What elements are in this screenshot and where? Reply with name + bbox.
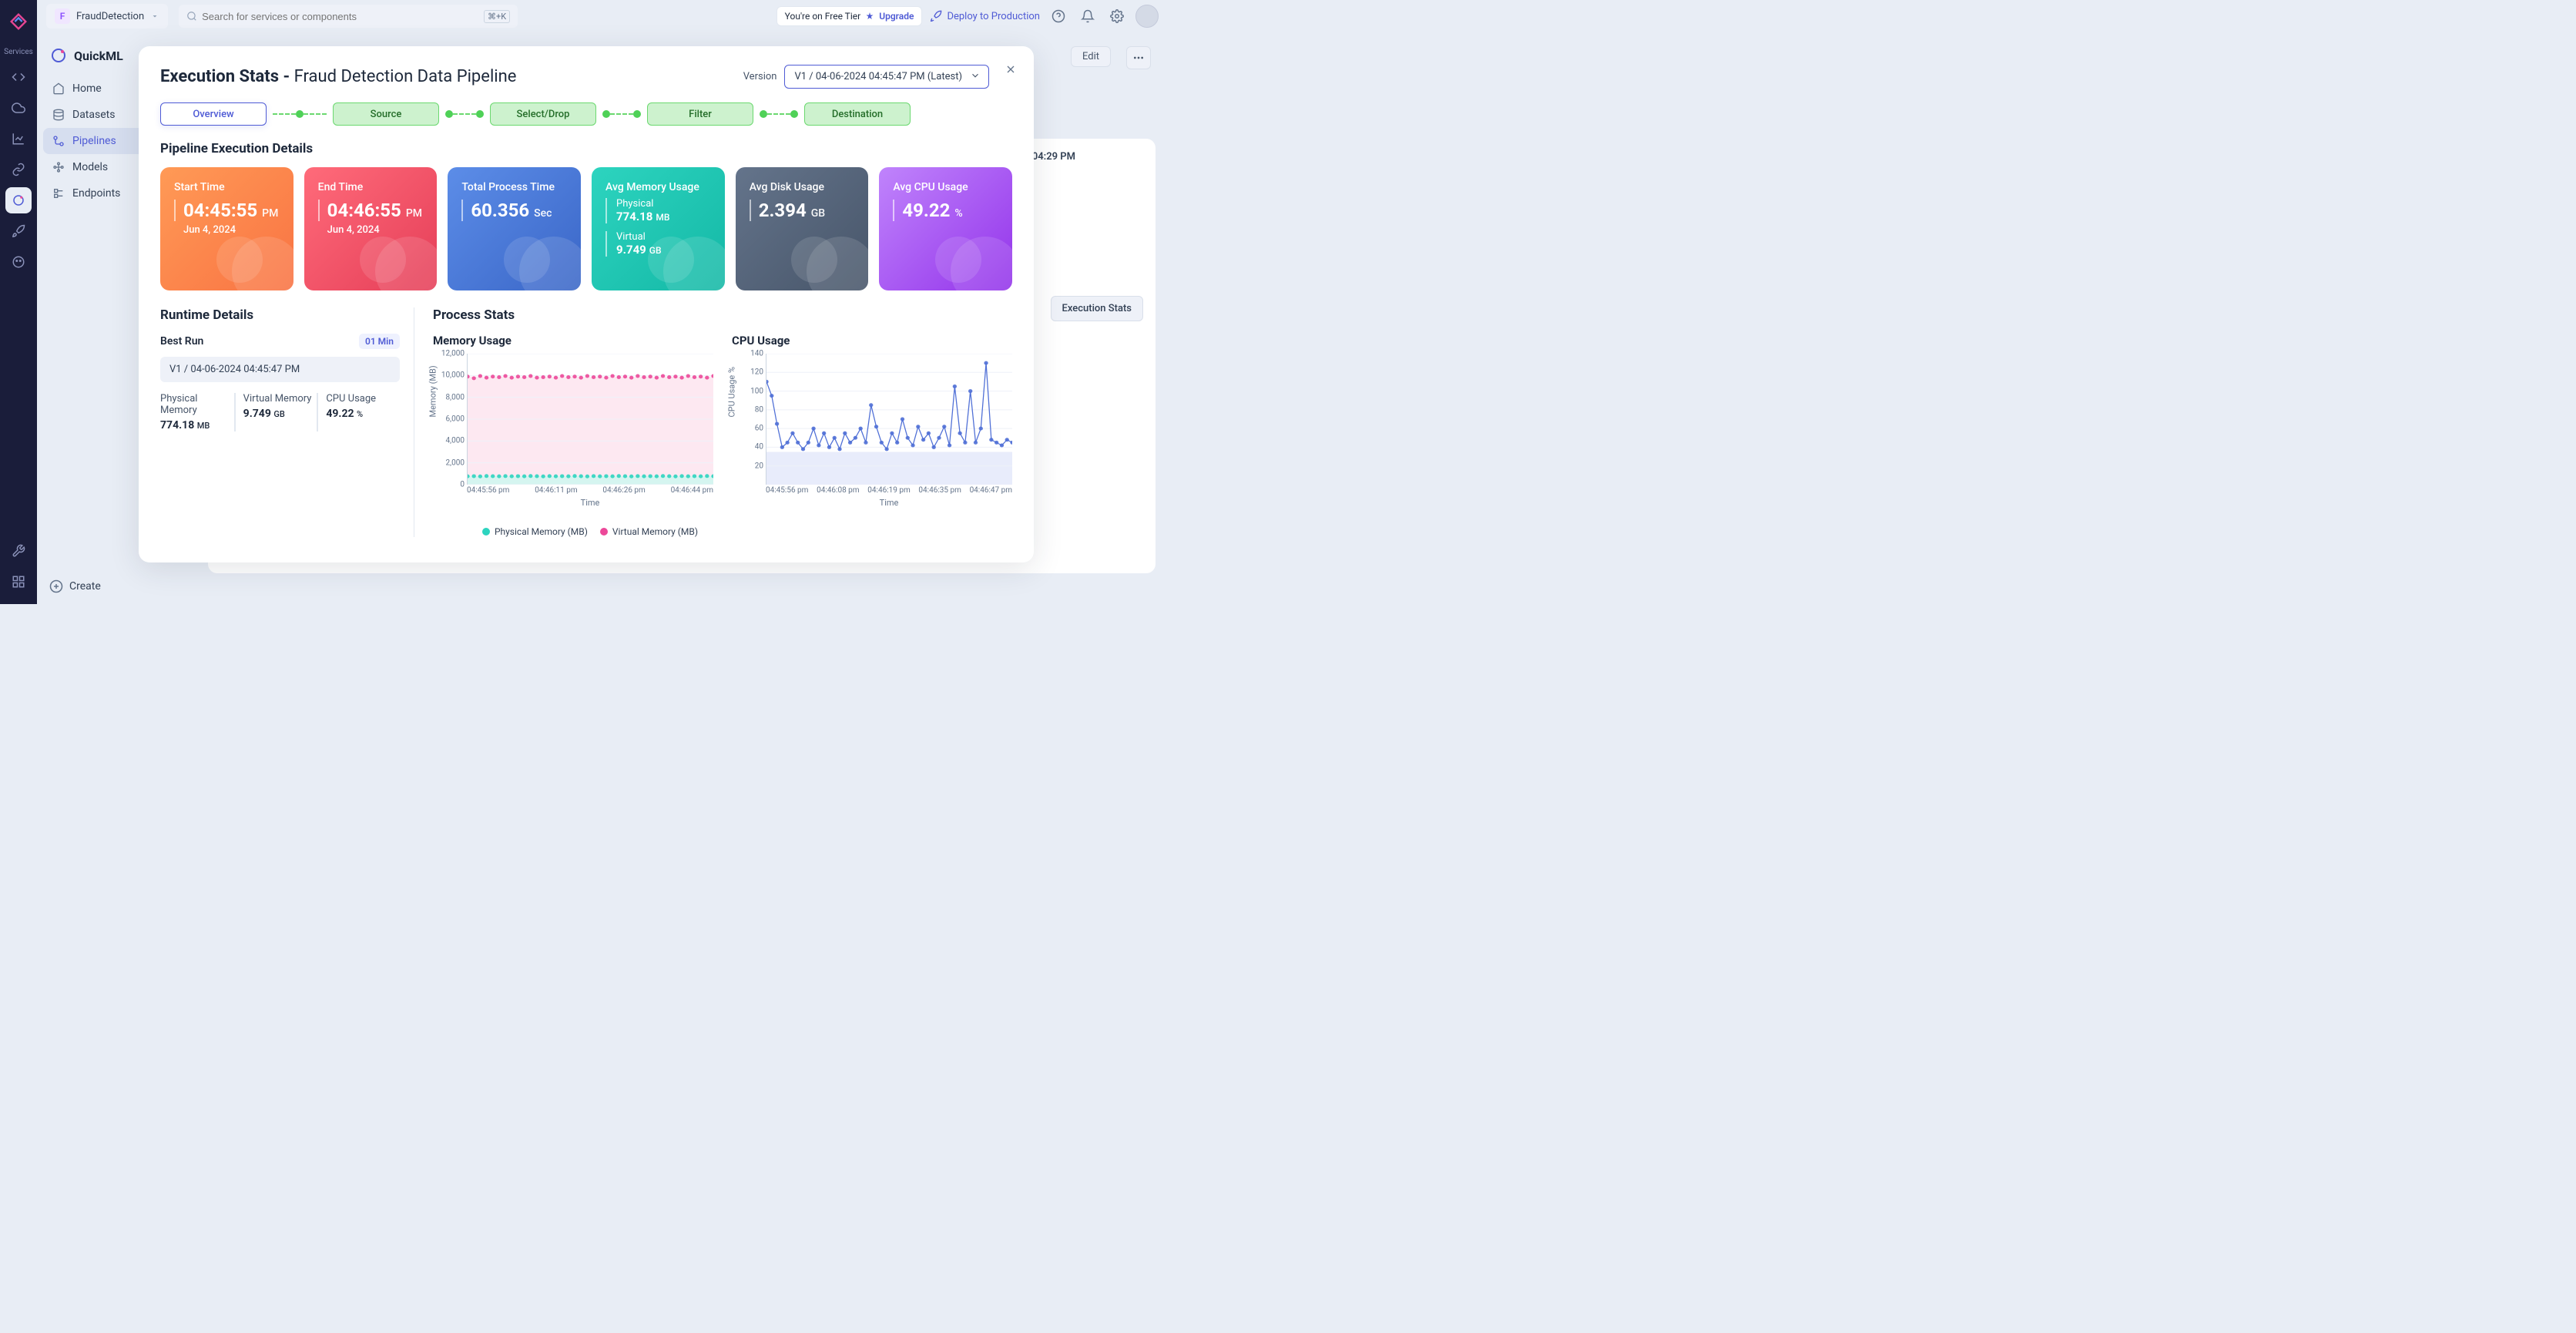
stage-destination[interactable]: Destination	[804, 102, 911, 126]
project-badge: F	[55, 8, 70, 24]
stage-source[interactable]: Source	[333, 102, 439, 126]
execution-stats-button[interactable]: Execution Stats	[1051, 296, 1143, 321]
card-memory: Avg Memory Usage Physical 774.18MB Virtu…	[592, 167, 725, 290]
bell-icon[interactable]	[1077, 5, 1098, 27]
tier-badge: You're on Free Tier Upgrade	[776, 6, 923, 26]
icon-rail: Services	[0, 0, 37, 604]
rocket-icon	[930, 10, 942, 22]
version-select[interactable]: V1 / 04-06-2024 04:45:47 PM (Latest)	[784, 65, 989, 89]
more-button[interactable]	[1126, 46, 1151, 69]
card-end-time: End Time 04:46:55PM Jun 4, 2024	[304, 167, 438, 290]
search-input[interactable]	[202, 11, 484, 22]
upgrade-link[interactable]: Upgrade	[879, 11, 914, 22]
stage-overview[interactable]: Overview	[160, 102, 267, 126]
rail-tools-icon[interactable]	[5, 538, 32, 564]
sparkle-icon	[865, 12, 874, 21]
rail-code-icon[interactable]	[5, 64, 32, 90]
rail-cloud-icon[interactable]	[5, 95, 32, 121]
rail-link-icon[interactable]	[5, 156, 32, 183]
duration-badge: 01 Min	[359, 334, 400, 349]
stage-select-drop[interactable]: Select/Drop	[490, 102, 596, 126]
modal-title: Execution Stats - Fraud Detection Data P…	[160, 67, 516, 86]
card-start-time: Start Time 04:45:55PM Jun 4, 2024	[160, 167, 293, 290]
metric-physical: Physical Memory 774.18 MB	[160, 393, 234, 431]
gear-icon[interactable]	[1106, 5, 1128, 27]
search-input-wrap[interactable]: ⌘+K	[179, 5, 518, 28]
rail-section-label: Services	[4, 48, 33, 56]
search-shortcut: ⌘+K	[484, 10, 510, 23]
card-process-time: Total Process Time 60.356Sec	[448, 167, 581, 290]
memory-chart: Memory Usage Memory (MB) 02,0004,0006,00…	[433, 334, 713, 537]
execution-stats-modal: Execution Stats - Fraud Detection Data P…	[139, 46, 1034, 562]
run-name-box: V1 / 04-06-2024 04:45:47 PM	[160, 357, 400, 382]
deploy-button[interactable]: Deploy to Production	[930, 10, 1040, 22]
rail-apps-icon[interactable]	[5, 569, 32, 595]
stage-strip: Overview Source Select/Drop Filter Desti…	[160, 102, 1012, 126]
version-label: Version	[743, 71, 777, 82]
metric-cpu: CPU Usage 49.22 %	[317, 393, 400, 431]
edit-button[interactable]: Edit	[1071, 46, 1111, 67]
rail-ml-icon[interactable]	[5, 187, 32, 213]
process-stats: Process Stats Memory Usage Memory (MB) 0…	[433, 307, 1012, 537]
card-cpu: Avg CPU Usage 49.22%	[879, 167, 1012, 290]
cpu-chart: CPU Usage CPU Usage % 20406080100120140 …	[732, 334, 1012, 537]
search-icon	[186, 11, 197, 22]
details-heading: Pipeline Execution Details	[160, 141, 1012, 156]
rail-chart-icon[interactable]	[5, 126, 32, 152]
help-icon[interactable]	[1048, 5, 1069, 27]
stage-filter[interactable]: Filter	[647, 102, 753, 126]
create-button[interactable]: Create	[49, 579, 101, 593]
rail-bot-icon[interactable]	[5, 249, 32, 275]
runtime-details: Runtime Details Best Run 01 Min V1 / 04-…	[160, 307, 414, 537]
stat-cards: Start Time 04:45:55PM Jun 4, 2024 End Ti…	[160, 167, 1012, 290]
chevron-down-icon	[970, 70, 981, 84]
card-disk: Avg Disk Usage 2.394GB	[736, 167, 869, 290]
close-icon[interactable]	[1005, 63, 1017, 79]
bg-time-label: 04:29 PM	[1032, 151, 1075, 163]
app-logo	[8, 11, 29, 32]
project-selector[interactable]: F FraudDetection	[46, 4, 168, 29]
avatar[interactable]	[1135, 5, 1159, 28]
best-run-label: Best Run	[160, 335, 203, 348]
rail-rocket-icon[interactable]	[5, 218, 32, 244]
topbar: F FraudDetection ⌘+K You're on Free Tier…	[37, 0, 1168, 32]
metric-virtual: Virtual Memory 9.749 GB	[234, 393, 317, 431]
